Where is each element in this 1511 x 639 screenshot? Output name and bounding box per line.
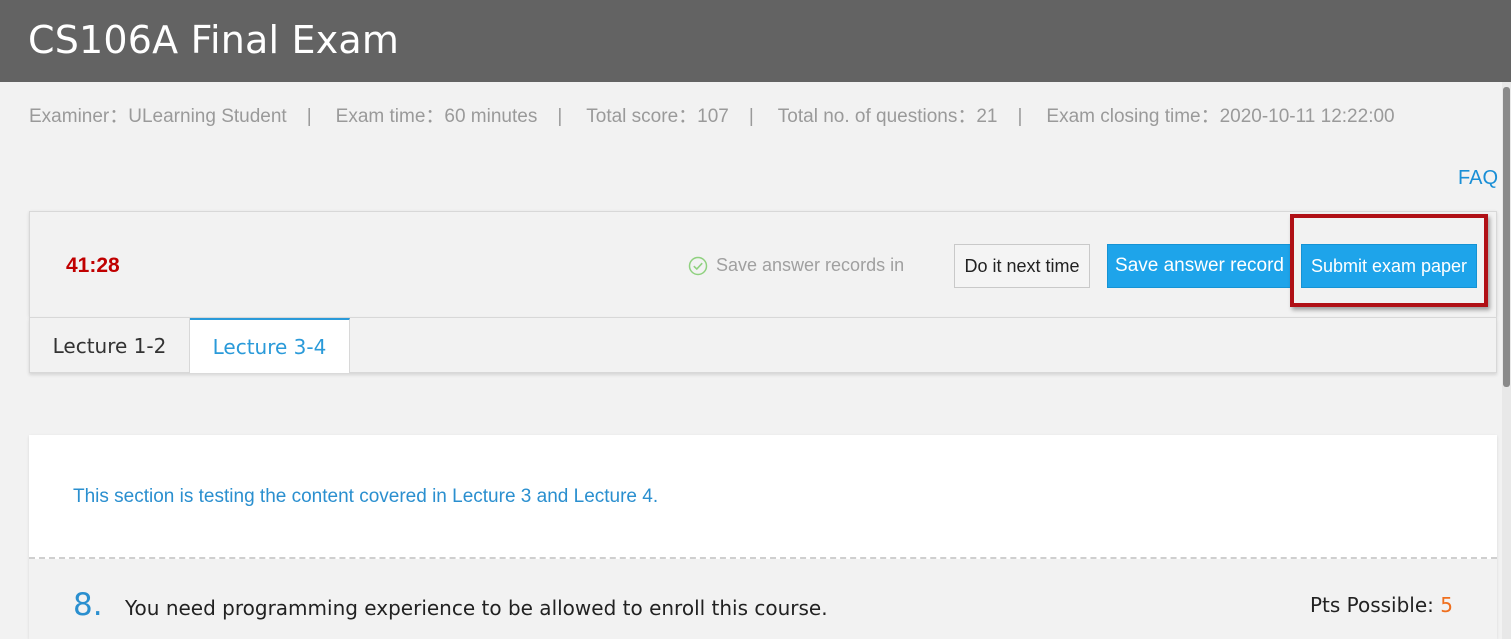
save-status-text: Save answer records in	[716, 255, 905, 275]
faq-link[interactable]: FAQ	[1458, 167, 1498, 190]
meta-total-questions: Total no. of questions：21	[777, 106, 998, 127]
countdown-timer: 41:28	[66, 254, 120, 277]
save-answer-record-button[interactable]: Save answer record	[1107, 244, 1292, 288]
page-scrollbar[interactable]	[1502, 82, 1511, 639]
exam-meta: Examiner：ULearning Student | Exam time：60 …	[29, 100, 1469, 133]
meta-separator: |	[557, 106, 563, 127]
submit-exam-paper-button[interactable]: Submit exam paper	[1301, 244, 1477, 288]
page-title: CS106A Final Exam	[28, 18, 400, 62]
meta-total-score: Total score：107	[586, 106, 729, 127]
question-text: You need programming experience to be al…	[125, 596, 828, 620]
section-content: This section is testing the content cove…	[29, 435, 1497, 639]
section-tabs: Lecture 1-2 Lecture 3-4	[29, 317, 1497, 373]
tab-lecture-1-2[interactable]: Lecture 1-2	[30, 318, 190, 373]
points-value: 5	[1440, 593, 1453, 617]
question-number: 8.	[73, 587, 103, 623]
do-it-next-time-button[interactable]: Do it next time	[954, 244, 1090, 288]
check-circle-icon	[688, 256, 708, 275]
meta-exam-time: Exam time：60 minutes	[335, 106, 538, 127]
meta-separator: |	[1017, 106, 1023, 127]
meta-separator: |	[748, 106, 754, 127]
exam-header: CS106A Final Exam	[0, 0, 1511, 82]
meta-examiner: Examiner：ULearning Student	[29, 106, 287, 127]
question-item: 8. You need programming experience to be…	[29, 559, 1497, 639]
meta-closing-time: Exam closing time：2020-10-11 12:22:00	[1046, 106, 1395, 127]
section-description: This section is testing the content cove…	[73, 486, 659, 507]
meta-separator: |	[306, 106, 312, 127]
save-status: Save answer records in	[688, 255, 904, 276]
exam-toolbar: 41:28 Save answer records in Do it next …	[29, 211, 1497, 317]
tab-lecture-3-4[interactable]: Lecture 3-4	[190, 318, 350, 373]
points-possible: Pts Possible: 5	[1310, 593, 1453, 617]
scrollbar-thumb[interactable]	[1503, 87, 1510, 387]
points-label: Pts Possible:	[1309, 593, 1434, 617]
